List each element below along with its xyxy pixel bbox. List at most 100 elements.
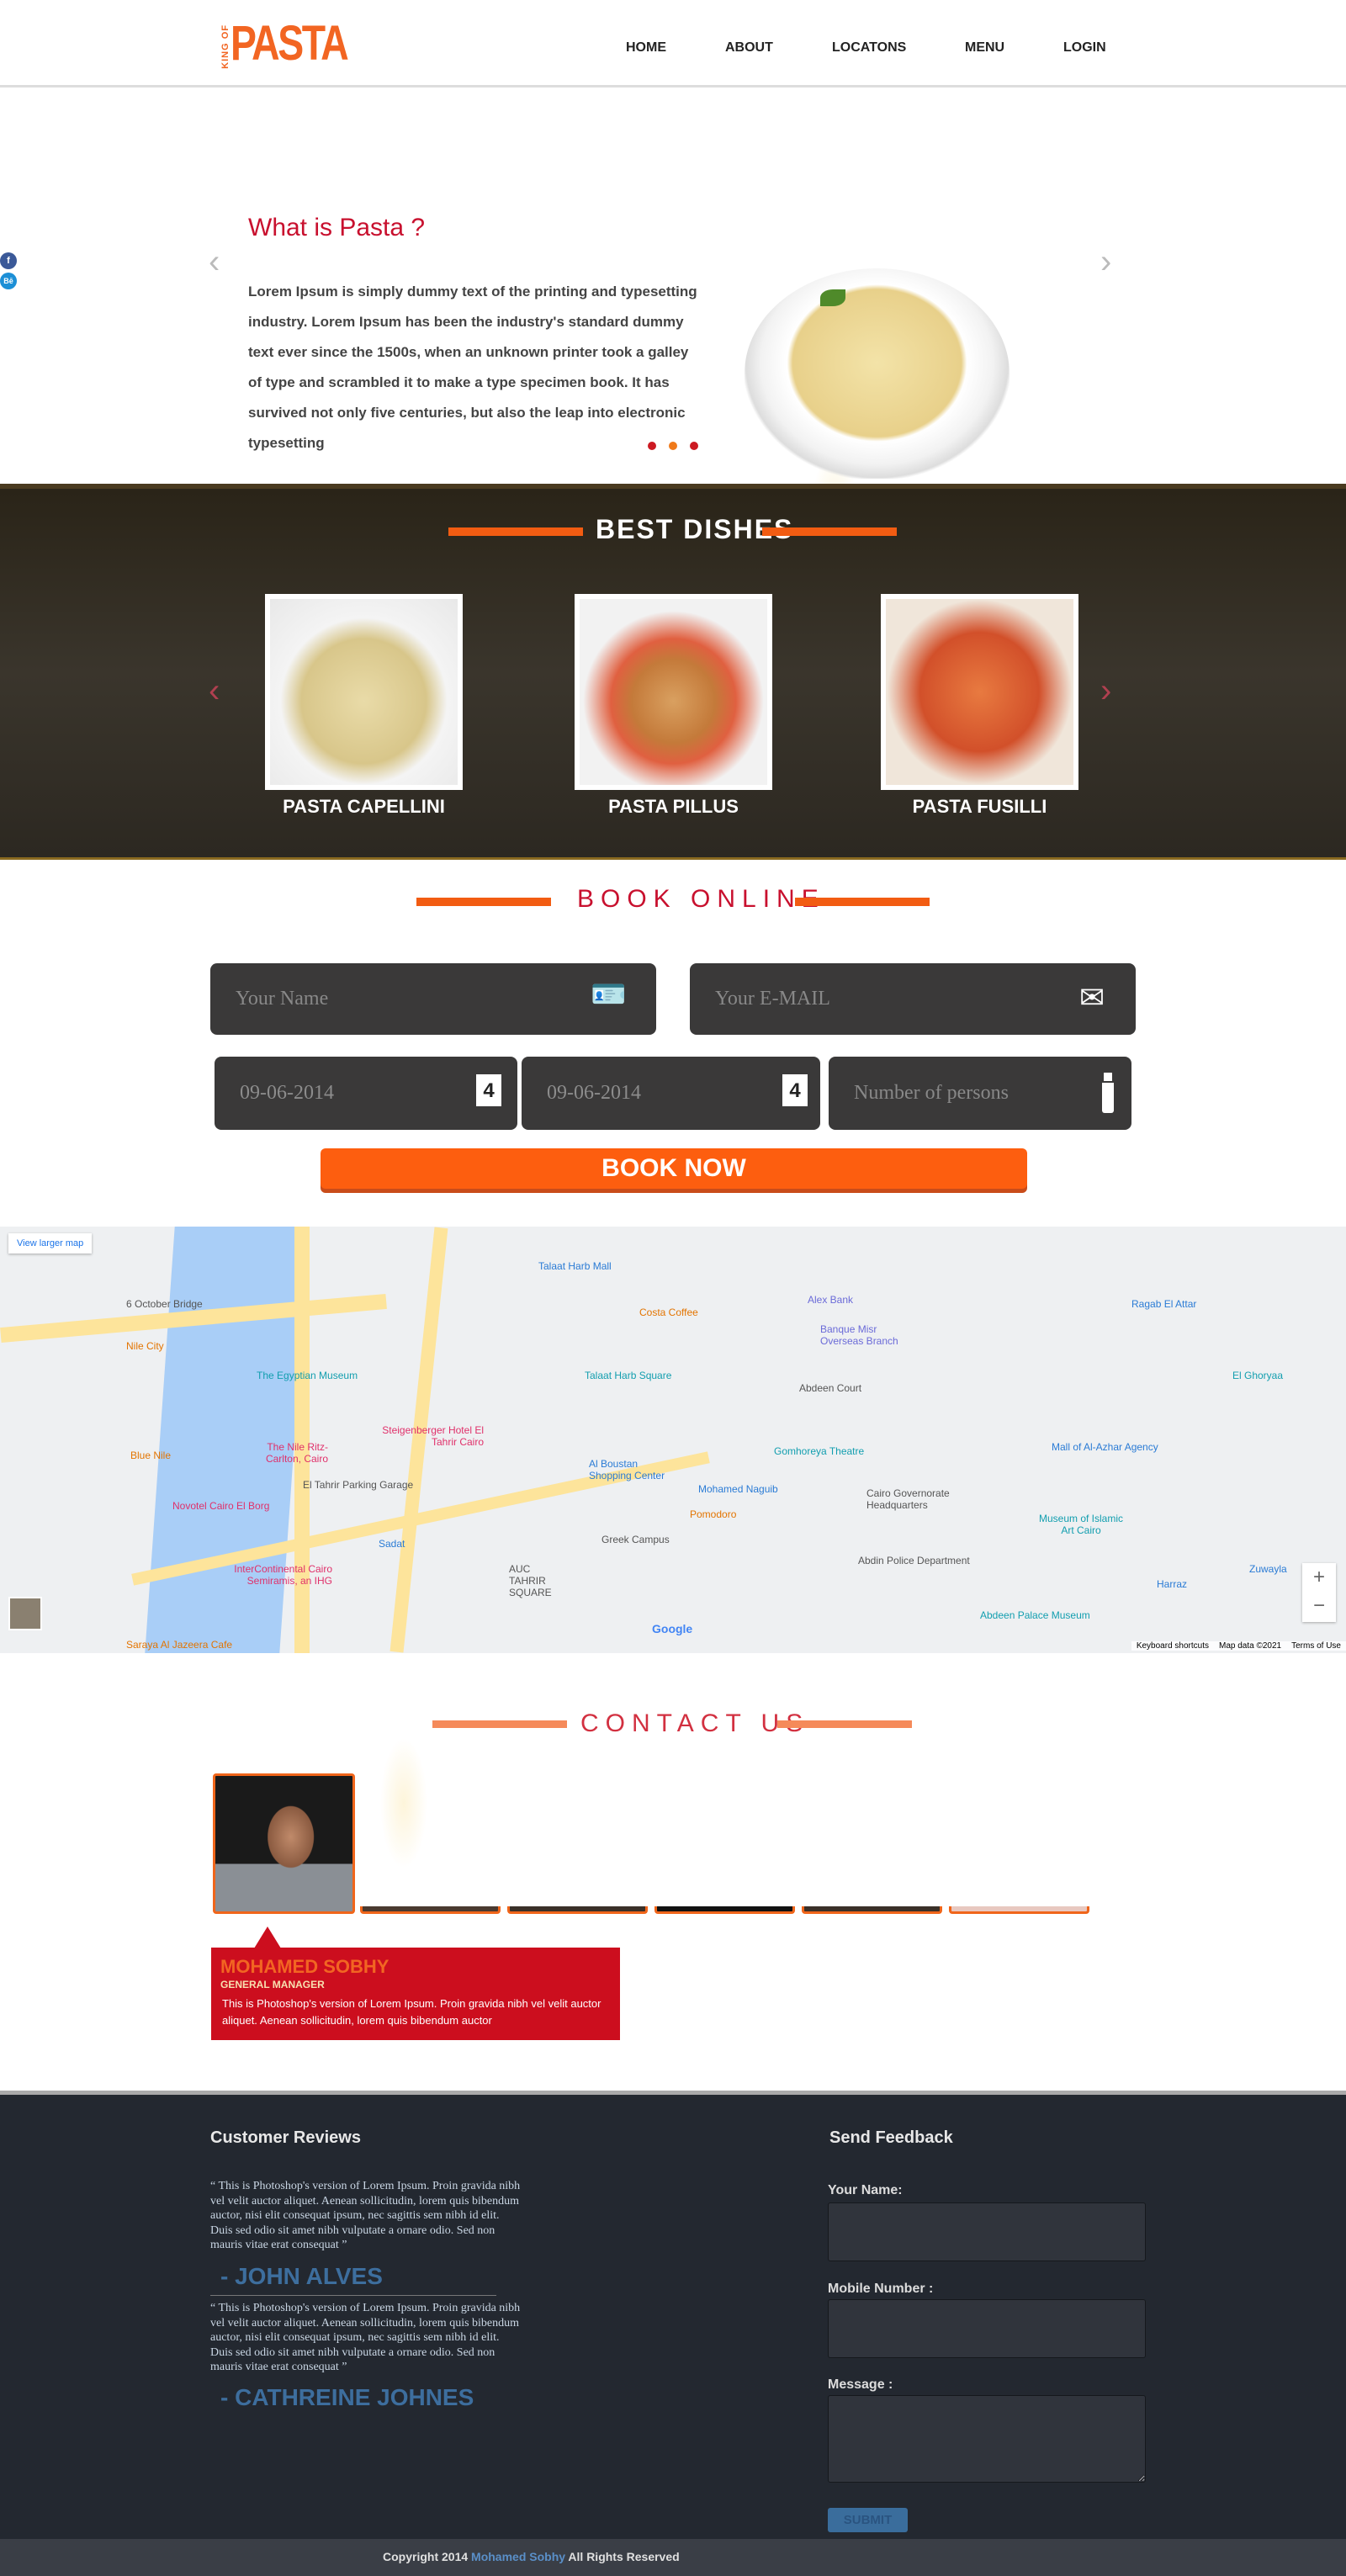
basil-leaf bbox=[820, 289, 845, 306]
terms-link[interactable]: Terms of Use bbox=[1291, 1641, 1341, 1651]
review-text: “ This is Photoshop's version of Lorem I… bbox=[210, 2180, 521, 2251]
dish-label: PASTA FUSILLI bbox=[912, 796, 1047, 817]
map-label: El Tahrir Parking Garage bbox=[303, 1479, 414, 1491]
map-label: Abdeen Court bbox=[799, 1382, 862, 1394]
slider-dot-2[interactable] bbox=[669, 442, 677, 450]
map-label: Novotel Cairo El Borg bbox=[172, 1500, 270, 1512]
slider-dot-1[interactable] bbox=[648, 442, 656, 450]
title-bar-right bbox=[777, 1720, 912, 1728]
envelope-icon: ✉ bbox=[1079, 980, 1105, 1015]
zoom-in-button[interactable]: + bbox=[1302, 1563, 1336, 1592]
nav-login[interactable]: LOGIN bbox=[1063, 40, 1106, 56]
pointer-arrow bbox=[254, 1927, 281, 1948]
date-from-input[interactable] bbox=[215, 1057, 517, 1130]
map-label: Banque Misr Overseas Branch bbox=[820, 1323, 898, 1347]
team-thumb[interactable] bbox=[949, 1906, 1089, 1914]
team-thumb[interactable] bbox=[654, 1906, 795, 1914]
review-text: “ This is Photoshop's version of Lorem I… bbox=[210, 2302, 521, 2373]
team-member-card: MOHAMED SOBHY GENERAL MANAGER This is Ph… bbox=[211, 1948, 620, 2040]
dish-label: PASTA PILLUS bbox=[608, 796, 739, 817]
dish-label: PASTA CAPELLINI bbox=[283, 796, 445, 817]
map-label: Al Boustan Shopping Center bbox=[589, 1458, 665, 1481]
calendar-icon[interactable]: 4 bbox=[782, 1074, 808, 1106]
dish-image-fusilli[interactable] bbox=[881, 594, 1078, 790]
feedback-message-textarea[interactable] bbox=[828, 2395, 1146, 2483]
map-label: Ragab El Attar bbox=[1131, 1298, 1197, 1310]
map-label: Steigenberger Hotel El Tahrir Cairo bbox=[382, 1424, 484, 1448]
dish-image-pillus[interactable] bbox=[575, 594, 772, 790]
title-bar-right bbox=[795, 898, 930, 906]
submit-button[interactable]: SUBMIT bbox=[828, 2508, 908, 2532]
feedback-mobile-input[interactable] bbox=[828, 2299, 1146, 2358]
calendar-icon[interactable]: 4 bbox=[476, 1074, 501, 1106]
name-label: Your Name: bbox=[828, 2183, 903, 2197]
member-name: MOHAMED SOBHY bbox=[220, 1956, 389, 1977]
zoom-out-button[interactable]: − bbox=[1302, 1592, 1336, 1620]
nav-locations[interactable]: LOCATONS bbox=[832, 40, 906, 56]
zoom-controls: + − bbox=[1302, 1563, 1336, 1622]
slider-prev-icon[interactable]: ‹ bbox=[209, 243, 220, 281]
map-label: Alex Bank bbox=[808, 1294, 854, 1306]
map-label: The Egyptian Museum bbox=[257, 1370, 358, 1381]
map-label: El Ghoryaa bbox=[1232, 1370, 1284, 1381]
map-label: 6 October Bridge bbox=[126, 1298, 203, 1310]
map-label: Costa Coffee bbox=[639, 1307, 698, 1318]
feedback-name-input[interactable] bbox=[828, 2202, 1146, 2261]
date-to-input[interactable] bbox=[522, 1057, 820, 1130]
slider-dot-3[interactable] bbox=[690, 442, 698, 450]
author-link[interactable]: Mohamed Sobhy bbox=[471, 2550, 565, 2563]
team-photo-active[interactable] bbox=[213, 1773, 355, 1914]
view-larger-map-link[interactable]: View larger map bbox=[8, 1233, 93, 1254]
behance-icon[interactable]: Bē bbox=[0, 273, 17, 289]
team-thumb[interactable] bbox=[802, 1906, 942, 1914]
persons-input[interactable] bbox=[829, 1057, 1131, 1130]
map-label: Nile City bbox=[126, 1340, 164, 1352]
map-label: Abdeen Palace Museum bbox=[980, 1609, 1090, 1621]
map-data-text: Map data ©2021 bbox=[1219, 1641, 1282, 1651]
dish-image-capellini[interactable] bbox=[265, 594, 463, 790]
team-thumb[interactable] bbox=[360, 1906, 501, 1914]
logo[interactable]: KING OF PASTA bbox=[220, 15, 376, 71]
logo-text: PASTA bbox=[231, 16, 349, 71]
reviewer-name: - JOHN ALVES bbox=[220, 2263, 383, 2289]
keyboard-shortcuts-link[interactable]: Keyboard shortcuts bbox=[1137, 1641, 1209, 1651]
copyright-text: Copyright 2014 Mohamed Sobhy All Rights … bbox=[383, 2550, 680, 2563]
facebook-icon[interactable]: f bbox=[0, 252, 17, 269]
book-now-button[interactable]: BOOK NOW bbox=[321, 1148, 1027, 1189]
satellite-toggle[interactable] bbox=[8, 1597, 42, 1630]
title-bar-right bbox=[762, 527, 897, 536]
title-bar-left bbox=[432, 1720, 567, 1728]
map-label: Abdin Police Department bbox=[858, 1555, 970, 1566]
title-bar-left bbox=[448, 527, 583, 536]
slider-next-icon[interactable]: › bbox=[1100, 243, 1111, 281]
hero-slider: What is Pasta ? Lorem Ipsum is simply du… bbox=[0, 87, 1346, 484]
mobile-label: Mobile Number : bbox=[828, 2282, 934, 2296]
map-label: Mall of Al-Azhar Agency bbox=[1052, 1441, 1158, 1453]
location-map[interactable]: View larger map Talaat Harb Mall Costa C… bbox=[0, 1227, 1346, 1653]
map-label: Museum of Islamic Art Cairo bbox=[1038, 1513, 1124, 1536]
id-card-icon: 🪪 bbox=[591, 978, 627, 1010]
nav-home[interactable]: HOME bbox=[626, 40, 666, 56]
map-label: Talaat Harb Mall bbox=[538, 1260, 612, 1272]
reviewer-name: - CATHREINE JOHNES bbox=[220, 2384, 474, 2410]
logo-small-text: KING OF bbox=[220, 24, 231, 69]
email-input[interactable] bbox=[690, 963, 1136, 1035]
nav-about[interactable]: ABOUT bbox=[725, 40, 773, 56]
google-logo: Google bbox=[652, 1622, 693, 1635]
map-label: Harraz bbox=[1157, 1578, 1188, 1590]
pasta-bowl-image bbox=[745, 268, 1010, 479]
team-thumb[interactable] bbox=[507, 1906, 648, 1914]
footer: Customer Reviews “ This is Photoshop's v… bbox=[0, 2091, 1346, 2539]
customer-reviews-title: Customer Reviews bbox=[210, 2128, 361, 2147]
copyright-bar: Copyright 2014 Mohamed Sobhy All Rights … bbox=[0, 2539, 1346, 2576]
copyright-suffix: All Rights Reserved bbox=[568, 2550, 680, 2563]
dishes-prev-icon[interactable]: ‹ bbox=[209, 672, 220, 710]
map-label: Mohamed Naguib bbox=[698, 1483, 778, 1495]
nav-menu[interactable]: MENU bbox=[965, 40, 1004, 56]
member-bio: This is Photoshop's version of Lorem Ips… bbox=[222, 1997, 601, 2027]
map-label: Greek Campus bbox=[601, 1534, 670, 1545]
dishes-next-icon[interactable]: › bbox=[1100, 672, 1111, 710]
contact-title: CONTACT US bbox=[580, 1709, 810, 1737]
name-input[interactable] bbox=[210, 963, 656, 1035]
review-divider bbox=[210, 2295, 496, 2296]
